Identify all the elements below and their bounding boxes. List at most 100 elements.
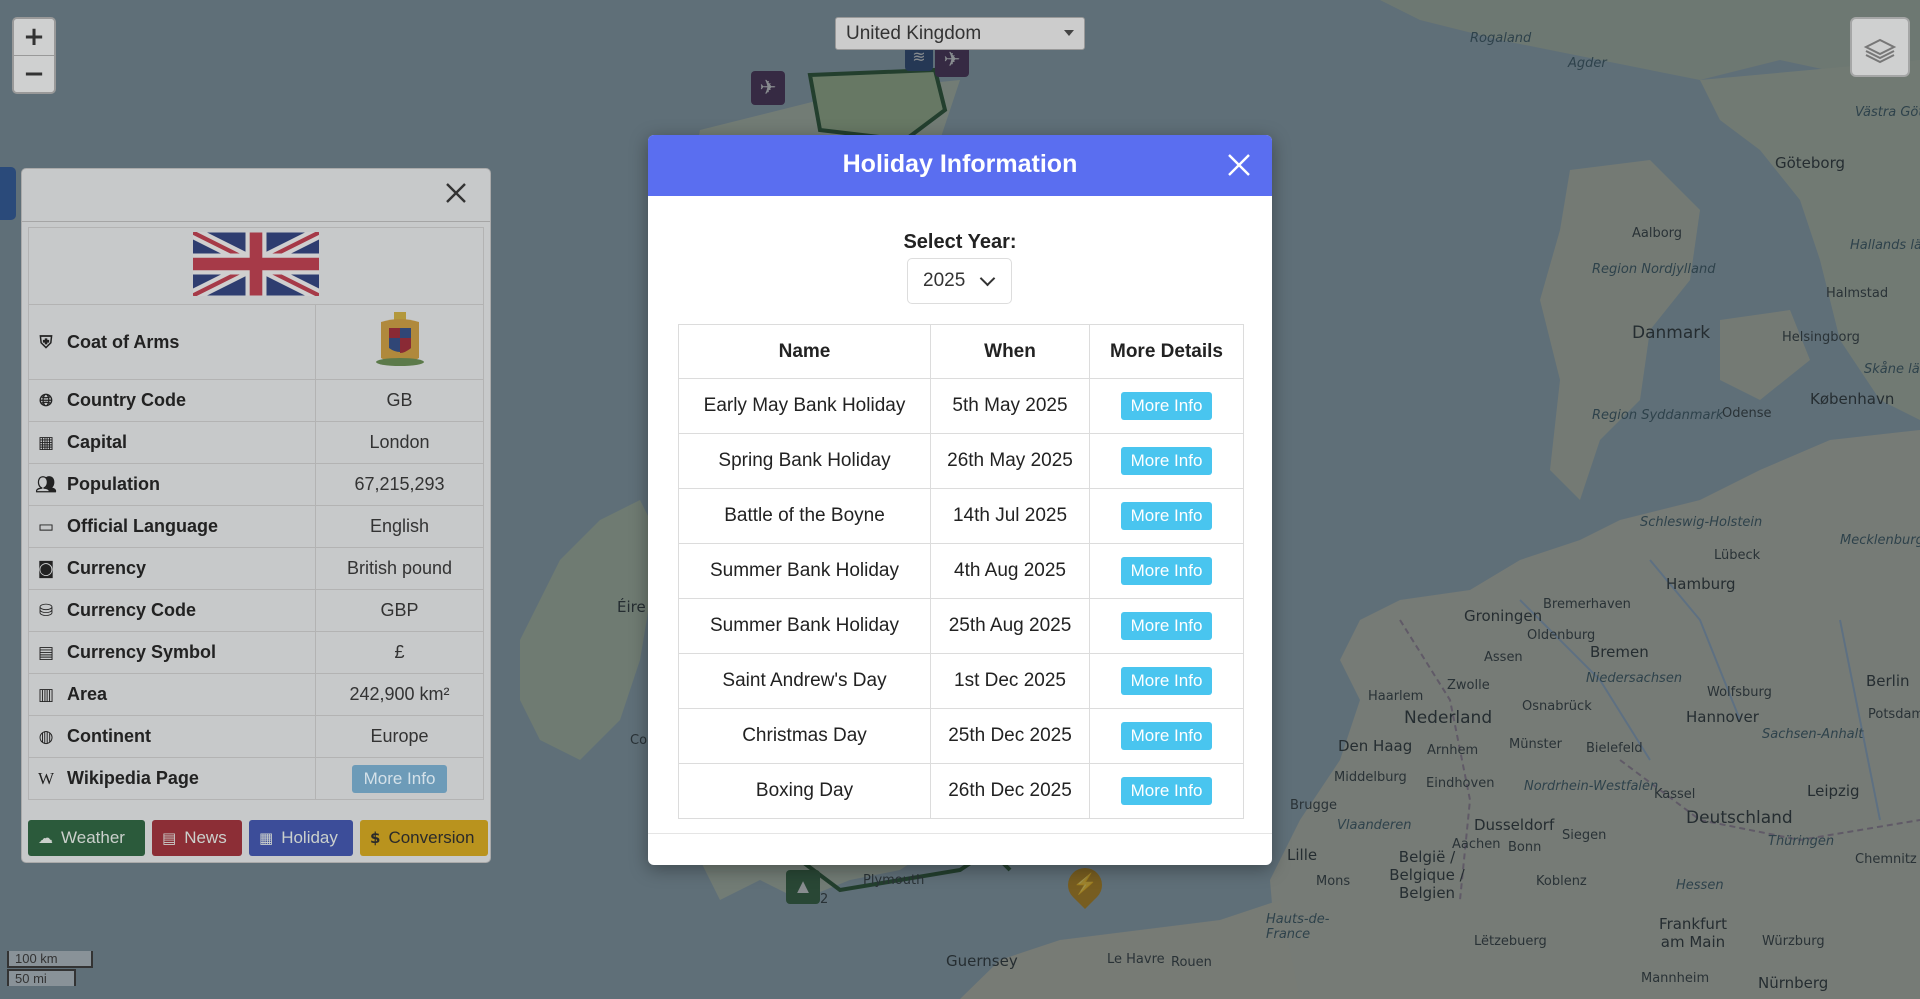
shield-icon: ⛨: [39, 332, 53, 353]
more-info-button[interactable]: More Info: [1120, 557, 1213, 585]
wikipedia-icon: W: [37, 769, 55, 788]
holiday-name: Boxing Day: [678, 763, 931, 819]
money-bill-icon: ◙: [37, 559, 55, 579]
details-cell: More Info: [1089, 543, 1244, 599]
table-row: Early May Bank Holiday 5th May 2025 More…: [678, 378, 1244, 434]
country-code-label: 🌐︎ Country Code: [28, 379, 316, 422]
table-row: Battle of the Boyne 14th Jul 2025 More I…: [678, 488, 1244, 544]
holiday-name: Christmas Day: [678, 708, 931, 764]
more-info-button[interactable]: More Info: [1120, 667, 1213, 695]
zoom-out-button[interactable]: −: [14, 55, 54, 92]
more-info-button[interactable]: More Info: [1120, 777, 1213, 805]
money-check-icon: ▤: [37, 643, 55, 663]
news-button[interactable]: ▤ News: [152, 820, 242, 856]
sidebar-toggle-tab[interactable]: [0, 167, 16, 220]
continent-value: Europe: [315, 715, 484, 758]
table-row: Saint Andrew's Day 1st Dec 2025 More Inf…: [678, 653, 1244, 709]
country-info-panel: ⛨ Coat of Arms 🌐︎ Country Code GB ▦ Capital…: [21, 168, 491, 863]
capital-label: ▦ Capital: [28, 421, 316, 464]
scale-km: 100 km: [7, 951, 93, 968]
currency-code-label: ⛁ Currency Code: [28, 589, 316, 632]
currency-label: ◙ Currency: [28, 547, 316, 590]
area-value: 242,900 km²: [315, 673, 484, 716]
panel-header: [22, 169, 490, 222]
holiday-name: Early May Bank Holiday: [678, 378, 931, 434]
language-value: English: [315, 505, 484, 548]
cloud-sun-icon: ☁: [38, 829, 53, 847]
area-label: ▥ Area: [28, 673, 316, 716]
details-cell: More Info: [1089, 653, 1244, 709]
country-info-table: ⛨ Coat of Arms 🌐︎ Country Code GB ▦ Capital…: [28, 226, 484, 800]
scale-mi: 50 mi: [7, 969, 76, 986]
details-cell: More Info: [1089, 433, 1244, 489]
modal-header: Holiday Information: [648, 135, 1272, 196]
more-info-button[interactable]: More Info: [1120, 612, 1213, 640]
holiday-modal: Holiday Information Select Year: 2025 Na…: [648, 135, 1272, 865]
close-icon[interactable]: [1226, 152, 1252, 178]
table-row: Spring Bank Holiday 26th May 2025 More I…: [678, 433, 1244, 489]
more-info-button[interactable]: More Info: [1120, 447, 1213, 475]
more-info-button[interactable]: More Info: [1120, 722, 1213, 750]
holiday-date: 4th Aug 2025: [930, 543, 1090, 599]
modal-title: Holiday Information: [842, 150, 1078, 178]
details-cell: More Info: [1089, 488, 1244, 544]
holiday-name: Spring Bank Holiday: [678, 433, 931, 489]
wikipedia-label: W Wikipedia Page: [28, 757, 316, 800]
holiday-name: Summer Bank Holiday: [678, 543, 931, 599]
close-icon[interactable]: [444, 181, 468, 205]
country-select[interactable]: United Kingdom: [835, 17, 1085, 50]
country-select-value: United Kingdom: [846, 23, 982, 44]
globe-icon: 🌐︎: [39, 391, 53, 411]
year-select-value: 2025: [923, 270, 966, 291]
weather-button[interactable]: ☁ Weather: [28, 820, 145, 856]
dollar-icon: $: [370, 829, 381, 847]
currency-symbol-label: ▤ Currency Symbol: [28, 631, 316, 674]
currency-code-value: GBP: [315, 589, 484, 632]
layers-button[interactable]: [1850, 17, 1910, 77]
more-info-button[interactable]: More Info: [1120, 502, 1213, 530]
column-header-details: More Details: [1089, 324, 1244, 379]
table-row: Christmas Day 25th Dec 2025 More Info: [678, 708, 1244, 764]
coins-icon: ⛁: [38, 601, 54, 621]
holiday-button[interactable]: ▦ Holiday: [249, 820, 353, 856]
year-select[interactable]: 2025: [907, 258, 1012, 304]
population-label: 👥︎ Population: [28, 463, 316, 506]
holiday-name: Summer Bank Holiday: [678, 598, 931, 654]
modal-footer: [648, 833, 1272, 834]
holiday-date: 25th Aug 2025: [930, 598, 1090, 654]
column-header-name: Name: [678, 324, 931, 379]
holiday-name: Battle of the Boyne: [678, 488, 931, 544]
wikipedia-cell: More Info: [315, 757, 484, 800]
language-icon: ▭: [37, 517, 55, 537]
zoom-in-button[interactable]: +: [14, 19, 54, 55]
holiday-name: Saint Andrew's Day: [678, 653, 931, 709]
earth-icon: ◍: [38, 727, 54, 747]
holiday-date: 26th Dec 2025: [930, 763, 1090, 819]
holiday-date: 1st Dec 2025: [930, 653, 1090, 709]
table-row: Summer Bank Holiday 4th Aug 2025 More In…: [678, 543, 1244, 599]
table-row: Boxing Day 26th Dec 2025 More Info: [678, 763, 1244, 819]
coat-of-arms-image: [375, 311, 424, 366]
city-icon: ▦: [37, 433, 55, 453]
currency-symbol-value: £: [315, 631, 484, 674]
country-code-value: GB: [315, 379, 484, 422]
newspaper-icon: ▤: [162, 829, 177, 847]
more-info-button[interactable]: More Info: [1120, 392, 1213, 420]
coat-of-arms-label: ⛨ Coat of Arms: [28, 304, 316, 380]
table-header-row: Name When More Details: [678, 324, 1244, 379]
layers-icon: [1863, 38, 1897, 64]
conversion-button[interactable]: $ Conversion: [360, 820, 488, 856]
capital-value: London: [315, 421, 484, 464]
people-icon: 👥︎: [35, 475, 57, 495]
coat-of-arms-cell: [315, 304, 484, 380]
holiday-date: 25th Dec 2025: [930, 708, 1090, 764]
panel-button-row: ☁ Weather ▤ News ▦ Holiday $ Conversion: [28, 820, 488, 856]
continent-label: ◍ Continent: [28, 715, 316, 758]
year-label: Select Year:: [903, 231, 1017, 253]
wikipedia-more-info-button[interactable]: More Info: [351, 764, 448, 793]
holiday-date: 26th May 2025: [930, 433, 1090, 489]
details-cell: More Info: [1089, 708, 1244, 764]
holiday-date: 14th Jul 2025: [930, 488, 1090, 544]
flag-cell: [28, 226, 484, 305]
details-cell: More Info: [1089, 598, 1244, 654]
